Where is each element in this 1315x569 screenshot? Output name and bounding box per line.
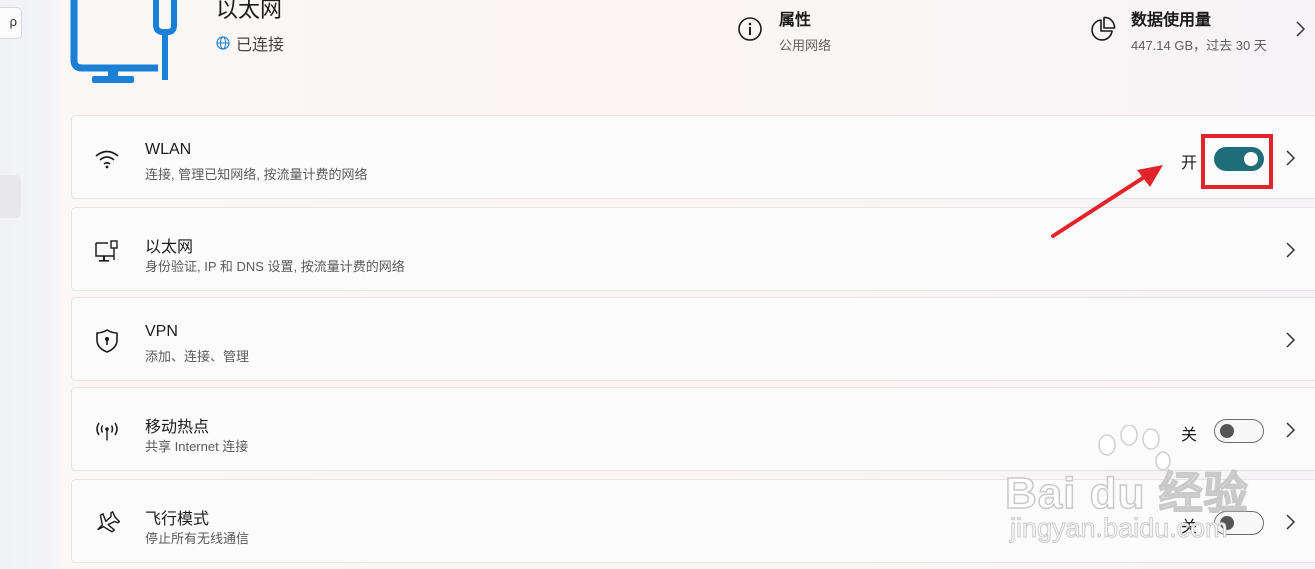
chevron-right-icon	[1286, 150, 1296, 166]
watermark-brand: Bai du 经验	[1004, 468, 1249, 519]
properties-link[interactable]: 属性 公用网络	[737, 6, 831, 54]
card-title: 飞行模式	[145, 511, 210, 528]
card-subtitle: 添加、连接、管理	[145, 349, 250, 364]
card-title: WLAN	[145, 141, 192, 158]
wifi-icon	[95, 150, 119, 169]
toggle-state-label: 开	[1181, 155, 1198, 172]
properties-value: 公用网络	[779, 38, 832, 53]
annotation-highlight-box	[1201, 134, 1273, 189]
vpn-shield-icon	[96, 329, 118, 353]
airplane-icon	[97, 511, 120, 533]
card-title: 移动热点	[145, 419, 210, 436]
ethernet-icon	[95, 240, 118, 262]
ethernet-monitor-icon	[70, 0, 177, 83]
connection-status: 已连接	[216, 31, 284, 55]
data-usage-value: 447.14 GB，过去 30 天	[1131, 38, 1267, 53]
chevron-right-icon	[1286, 242, 1296, 258]
watermark-url: jingyan.baidu.com	[1010, 513, 1229, 544]
connection-status-text: 已连接	[236, 37, 285, 54]
settings-card-vpn[interactable]: VPN 添加、连接、管理	[71, 297, 1315, 381]
sidebar-selected-item[interactable]	[0, 175, 21, 218]
hotspot-icon	[96, 422, 118, 441]
chevron-right-icon	[1286, 332, 1296, 348]
network-header: 以太网 已连接 属性 公用网络 数据使用量 447.14 GB，过去 30 天	[0, 0, 1315, 110]
globe-icon	[216, 36, 230, 50]
card-subtitle: 连接, 管理已知网络, 按流量计费的网络	[145, 167, 368, 182]
chevron-right-icon	[1296, 21, 1306, 37]
card-title: 以太网	[145, 239, 194, 256]
data-usage-link[interactable]: 数据使用量 447.14 GB，过去 30 天	[1090, 6, 1267, 54]
card-title: VPN	[145, 323, 178, 340]
data-usage-label: 数据使用量	[1131, 12, 1212, 29]
annotation-arrow-icon	[1051, 165, 1163, 238]
properties-label: 属性	[779, 12, 812, 29]
connection-title: 以太网	[216, 0, 283, 22]
pie-chart-icon	[1091, 16, 1116, 41]
info-icon	[738, 17, 762, 41]
card-subtitle: 身份验证, IP 和 DNS 设置, 按流量计费的网络	[145, 259, 405, 274]
card-subtitle: 共享 Internet 连接	[145, 439, 249, 454]
card-subtitle: 停止所有无线通信	[145, 531, 250, 546]
baidu-watermark: Bai du 经验 jingyan.baidu.com	[1004, 425, 1315, 569]
